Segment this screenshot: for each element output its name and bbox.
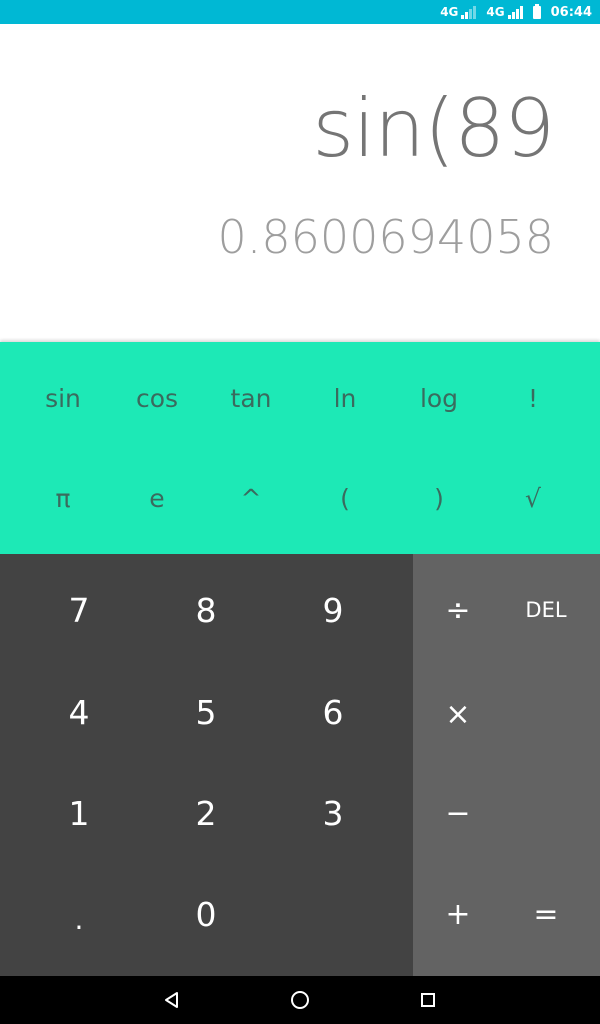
- factorial-button[interactable]: !: [486, 348, 580, 448]
- sin-button[interactable]: sin: [16, 348, 110, 448]
- left-paren-button[interactable]: (: [298, 448, 392, 548]
- digit-6-button[interactable]: 6: [270, 662, 396, 762]
- network-1-indicator: 4G: [440, 5, 477, 19]
- cos-button[interactable]: cos: [110, 348, 204, 448]
- sqrt-button[interactable]: √: [486, 448, 580, 548]
- equals-button[interactable]: =: [501, 864, 591, 964]
- result-preview: 0.8600694058: [217, 210, 554, 264]
- signal-bar-icon: [461, 15, 465, 19]
- power-button[interactable]: ^: [204, 448, 298, 548]
- home-button[interactable]: [270, 976, 330, 1024]
- add-button[interactable]: +: [413, 864, 503, 964]
- back-triangle-icon: [165, 992, 178, 1008]
- back-button[interactable]: [142, 976, 202, 1024]
- signal-bar-icon: [515, 9, 519, 19]
- recents-square-icon: [421, 993, 435, 1007]
- decimal-point-button[interactable]: .: [16, 864, 142, 964]
- pi-button[interactable]: π: [16, 448, 110, 548]
- signal-bar-icon: [507, 15, 511, 19]
- navigation-bar: [0, 976, 600, 1024]
- status-bar: 4G 4G 06:44: [0, 0, 600, 24]
- log-button[interactable]: log: [392, 348, 486, 448]
- digit-7-button[interactable]: 7: [16, 560, 142, 660]
- operator-pad: ÷ DEL × − + =: [413, 554, 600, 976]
- scientific-panel: sin cos tan ln log ! π e ^ ( ) √: [0, 342, 600, 554]
- digit-1-button[interactable]: 1: [16, 763, 142, 863]
- divide-button[interactable]: ÷: [413, 560, 503, 660]
- signal-bar-icon: [465, 12, 469, 19]
- digit-9-button[interactable]: 9: [270, 560, 396, 660]
- ln-button[interactable]: ln: [298, 348, 392, 448]
- expression-text[interactable]: sin(89: [312, 82, 555, 175]
- network-1-label: 4G: [440, 5, 459, 19]
- digit-4-button[interactable]: 4: [16, 662, 142, 762]
- calculator-display: sin(89 0.8600694058: [0, 24, 600, 342]
- subtract-button[interactable]: −: [413, 763, 503, 863]
- number-pad: 7 8 9 4 5 6 1 2 3 . 0: [0, 554, 413, 976]
- recents-button[interactable]: [398, 976, 458, 1024]
- home-circle-icon: [291, 991, 309, 1009]
- digit-0-button[interactable]: 0: [143, 864, 269, 964]
- signal-bar-icon: [469, 9, 473, 19]
- network-2-indicator: 4G: [486, 5, 523, 19]
- digit-8-button[interactable]: 8: [143, 560, 269, 660]
- network-2-label: 4G: [486, 5, 505, 19]
- euler-button[interactable]: e: [110, 448, 204, 548]
- digit-3-button[interactable]: 3: [270, 763, 396, 863]
- tan-button[interactable]: tan: [204, 348, 298, 448]
- digit-5-button[interactable]: 5: [143, 662, 269, 762]
- multiply-button[interactable]: ×: [413, 664, 503, 764]
- signal-bar-icon: [473, 6, 477, 19]
- status-time: 06:44: [550, 4, 592, 20]
- right-paren-button[interactable]: ): [392, 448, 486, 548]
- digit-2-button[interactable]: 2: [143, 763, 269, 863]
- battery-icon: [532, 3, 541, 19]
- signal-bar-icon: [519, 6, 523, 19]
- signal-bar-icon: [511, 12, 515, 19]
- delete-button[interactable]: DEL: [501, 560, 591, 660]
- status-icons: 4G 4G 06:44: [440, 0, 592, 24]
